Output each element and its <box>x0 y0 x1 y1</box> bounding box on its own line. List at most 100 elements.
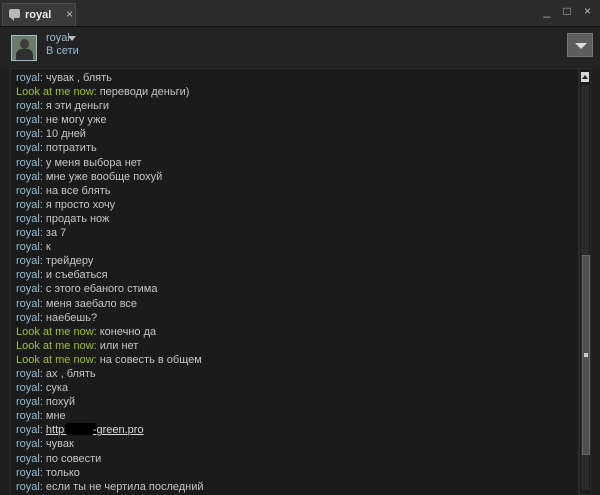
message-text: у меня выбора нет <box>45 156 142 169</box>
scroll-grip-icon <box>584 353 588 357</box>
message-text: переводи деньги) <box>99 86 190 99</box>
message-sender[interactable]: Look at me now: <box>16 340 97 352</box>
message-text: продать нож <box>45 212 110 225</box>
chat-message: royal: меня заебало все <box>16 297 578 311</box>
message-sender[interactable]: royal: <box>16 241 43 253</box>
message-text: по совести <box>45 452 102 465</box>
message-sender[interactable]: royal: <box>16 298 43 310</box>
chat-message: royal: чувак <box>16 437 578 451</box>
scrollbar[interactable] <box>579 68 591 495</box>
message-sender[interactable]: royal: <box>16 368 43 380</box>
message-sender[interactable]: royal: <box>16 185 43 197</box>
scroll-up-button[interactable] <box>581 72 589 82</box>
chat-message: royal: с этого ебаного стима <box>16 282 578 296</box>
chat-message: Look at me now: конечно да <box>16 325 578 339</box>
scroll-thumb[interactable] <box>582 255 590 455</box>
chat-menu-button[interactable] <box>567 33 593 57</box>
chat-message: Look at me now: переводи деньги) <box>16 85 578 99</box>
message-text: потратить <box>45 142 97 155</box>
chat-message: royal: потратить <box>16 141 578 155</box>
message-sender[interactable]: royal: <box>16 171 43 183</box>
chat-message: royal: чувак , блять <box>16 71 578 85</box>
chat-message: royal: наебешь? <box>16 311 578 325</box>
chat-message: Look at me now: на совесть в общем <box>16 353 578 367</box>
chat-message: royal: 10 дней <box>16 127 578 141</box>
chat-bubble-icon <box>9 9 20 21</box>
link-suffix: -green.pro <box>92 424 144 437</box>
message-sender[interactable]: royal: <box>16 213 43 225</box>
message-list: royal: чувак , блять Look at me now: перево… <box>16 71 578 494</box>
chat-tab[interactable]: royal × <box>2 3 76 26</box>
message-sender[interactable]: royal: <box>16 438 43 450</box>
chat-message: royal: за 7 <box>16 226 578 240</box>
message-sender[interactable]: royal: <box>16 199 43 211</box>
window-controls: _ □ × <box>536 4 594 18</box>
chevron-down-icon[interactable] <box>68 36 76 41</box>
chat-message: royal: сука <box>16 381 578 395</box>
message-sender[interactable]: royal: <box>16 382 43 394</box>
avatar[interactable] <box>11 35 37 61</box>
message-sender[interactable]: royal: <box>16 100 43 112</box>
chat-message: royal: мне уже вообще похуй <box>16 170 578 184</box>
message-sender[interactable]: Look at me now: <box>16 86 97 98</box>
message-text: к <box>45 241 51 254</box>
message-text: или нет <box>99 339 139 352</box>
message-text: конечно да <box>99 325 157 338</box>
message-text: трейдеру <box>45 255 94 268</box>
chat-message: royal: ах , блять <box>16 367 578 381</box>
message-sender[interactable]: royal: <box>16 467 43 479</box>
message-text: с этого ебаного стима <box>45 283 158 296</box>
message-text: 10 дней <box>45 128 86 141</box>
chat-message: royal: только <box>16 466 578 480</box>
message-text: на совесть в общем <box>99 353 202 366</box>
message-text: за 7 <box>45 227 67 240</box>
message-sender[interactable]: royal: <box>16 128 43 140</box>
chat-message: royal: у меня выбора нет <box>16 156 578 170</box>
message-sender[interactable]: royal: <box>16 453 43 465</box>
avatar-head <box>20 39 29 49</box>
message-sender[interactable]: royal: <box>16 72 43 84</box>
title-bar: royal × _ □ × <box>0 0 600 27</box>
message-sender[interactable]: Look at me now: <box>16 354 97 366</box>
message-sender[interactable]: royal: <box>16 396 43 408</box>
chat-message: royal: мне <box>16 409 578 423</box>
tab-close-icon[interactable]: × <box>66 7 73 21</box>
message-sender[interactable]: Look at me now: <box>16 326 97 338</box>
close-window-button[interactable]: × <box>581 4 594 18</box>
chat-message: royal: по совести <box>16 452 578 466</box>
message-sender[interactable]: royal: <box>16 481 43 493</box>
message-sender[interactable]: royal: <box>16 312 43 324</box>
chat-message: royal: к <box>16 240 578 254</box>
message-sender[interactable]: royal: <box>16 269 43 281</box>
friend-name[interactable]: royal <box>46 32 70 44</box>
chat-message: royal: я эти деньги <box>16 99 578 113</box>
chat-log-panel: royal: чувак , блять Look at me now: перево… <box>10 68 579 495</box>
message-text: я просто хочу <box>45 198 116 211</box>
scroll-track[interactable] <box>581 85 590 490</box>
message-text: чувак , блять <box>45 72 112 84</box>
message-sender[interactable]: royal: <box>16 157 43 169</box>
message-text: наебешь? <box>45 311 98 324</box>
chat-message: royal: если ты не чертила последний <box>16 480 578 494</box>
message-sender[interactable]: royal: <box>16 283 43 295</box>
message-sender[interactable]: royal: <box>16 255 43 267</box>
chat-message: royal: трейдеру <box>16 254 578 268</box>
message-sender[interactable]: royal: <box>16 142 43 154</box>
chat-message: Look at me now: или нет <box>16 339 578 353</box>
message-sender[interactable]: royal: <box>16 410 43 422</box>
chat-message: royal: на все блять <box>16 184 578 198</box>
minimize-button[interactable]: _ <box>540 4 553 18</box>
message-sender[interactable]: royal: <box>16 227 43 239</box>
chat-message: royal: и съебаться <box>16 268 578 282</box>
message-link[interactable]: https: -green.pro <box>46 423 144 437</box>
message-text: если ты не чертила последний <box>45 480 204 493</box>
message-text: только <box>45 466 80 479</box>
message-text: похуй <box>45 396 76 409</box>
message-text: чувак <box>45 438 74 451</box>
message-text: ах , блять <box>45 367 96 380</box>
message-sender[interactable]: royal: <box>16 424 43 436</box>
maximize-button[interactable]: □ <box>561 4 574 18</box>
message-sender[interactable]: royal: <box>16 114 43 126</box>
chat-message: royal: похуй <box>16 395 578 409</box>
avatar-body <box>16 49 33 60</box>
